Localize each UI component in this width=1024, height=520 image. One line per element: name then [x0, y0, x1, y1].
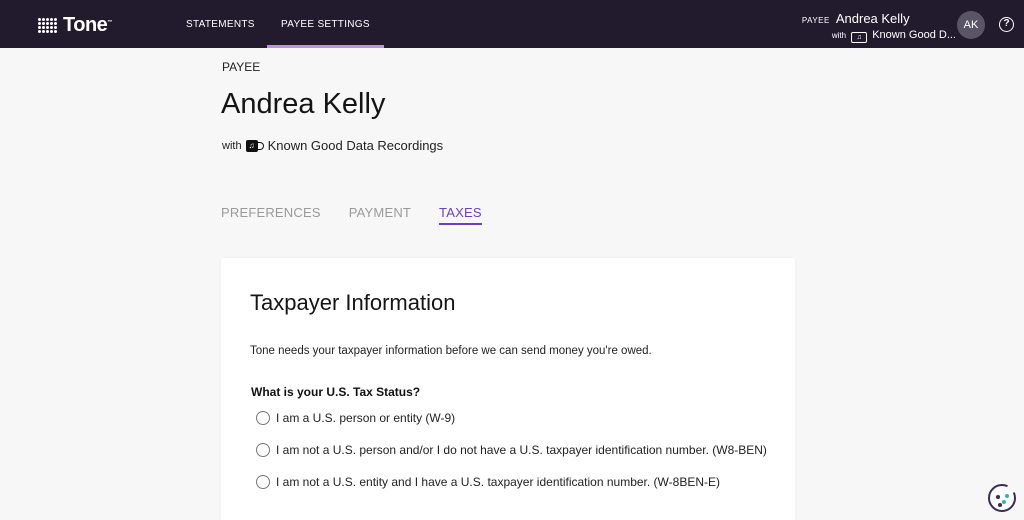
tab-preferences[interactable]: PREFERENCES — [221, 205, 321, 224]
user-label: with ♫ Known Good D... — [831, 29, 956, 43]
card-description: Tone needs your taxpayer information bef… — [250, 345, 652, 357]
taxpayer-card: Taxpayer Information Tone needs your tax… — [221, 258, 795, 520]
user-name: Andrea Kelly — [835, 11, 910, 26]
cookie-settings-icon[interactable] — [988, 483, 1017, 512]
nav-payee-settings[interactable]: PAYEE SETTINGS — [267, 0, 384, 48]
radio-w9[interactable] — [256, 411, 270, 425]
top-nav-bar: Tone™ STATEMENTS PAYEE SETTINGS PAYEE An… — [0, 0, 1024, 48]
tax-option-w8ben[interactable]: I am not a U.S. person and/or I do not h… — [256, 443, 767, 457]
tab-payment[interactable]: PAYMENT — [349, 205, 411, 224]
help-icon[interactable]: ? — [999, 17, 1014, 32]
card-title: Taxpayer Information — [250, 290, 456, 315]
logo-text: Tone™ — [63, 14, 112, 36]
label-logo-icon: ♫ — [245, 139, 264, 152]
label-name: Known Good Data Recordings — [267, 138, 444, 153]
tax-status-question: What is your U.S. Tax Status? — [251, 385, 421, 399]
radio-w8ben[interactable] — [256, 443, 270, 457]
user-kicker: PAYEE — [801, 16, 830, 25]
tax-option-w9[interactable]: I am a U.S. person or entity (W-9) — [256, 411, 455, 425]
radio-w8bene[interactable] — [256, 475, 270, 489]
tax-option-w8bene[interactable]: I am not a U.S. entity and I have a U.S.… — [256, 475, 720, 489]
user-account-block[interactable]: PAYEE Andrea Kelly with ♫ Known Good D..… — [802, 11, 956, 43]
tone-logo[interactable]: Tone™ — [38, 14, 112, 37]
tab-taxes[interactable]: TAXES — [439, 205, 482, 225]
page-kicker: PAYEE — [222, 60, 261, 74]
page-title: Andrea Kelly — [221, 88, 386, 120]
settings-tabs: PREFERENCES PAYMENT TAXES — [221, 205, 482, 225]
nav-statements[interactable]: STATEMENTS — [186, 0, 255, 48]
payee-label-line: with ♫ Known Good Data Recordings — [222, 138, 444, 153]
label-logo-icon: ♫ — [851, 32, 868, 43]
logo-dots-icon — [38, 18, 57, 33]
avatar[interactable]: AK — [957, 11, 985, 39]
